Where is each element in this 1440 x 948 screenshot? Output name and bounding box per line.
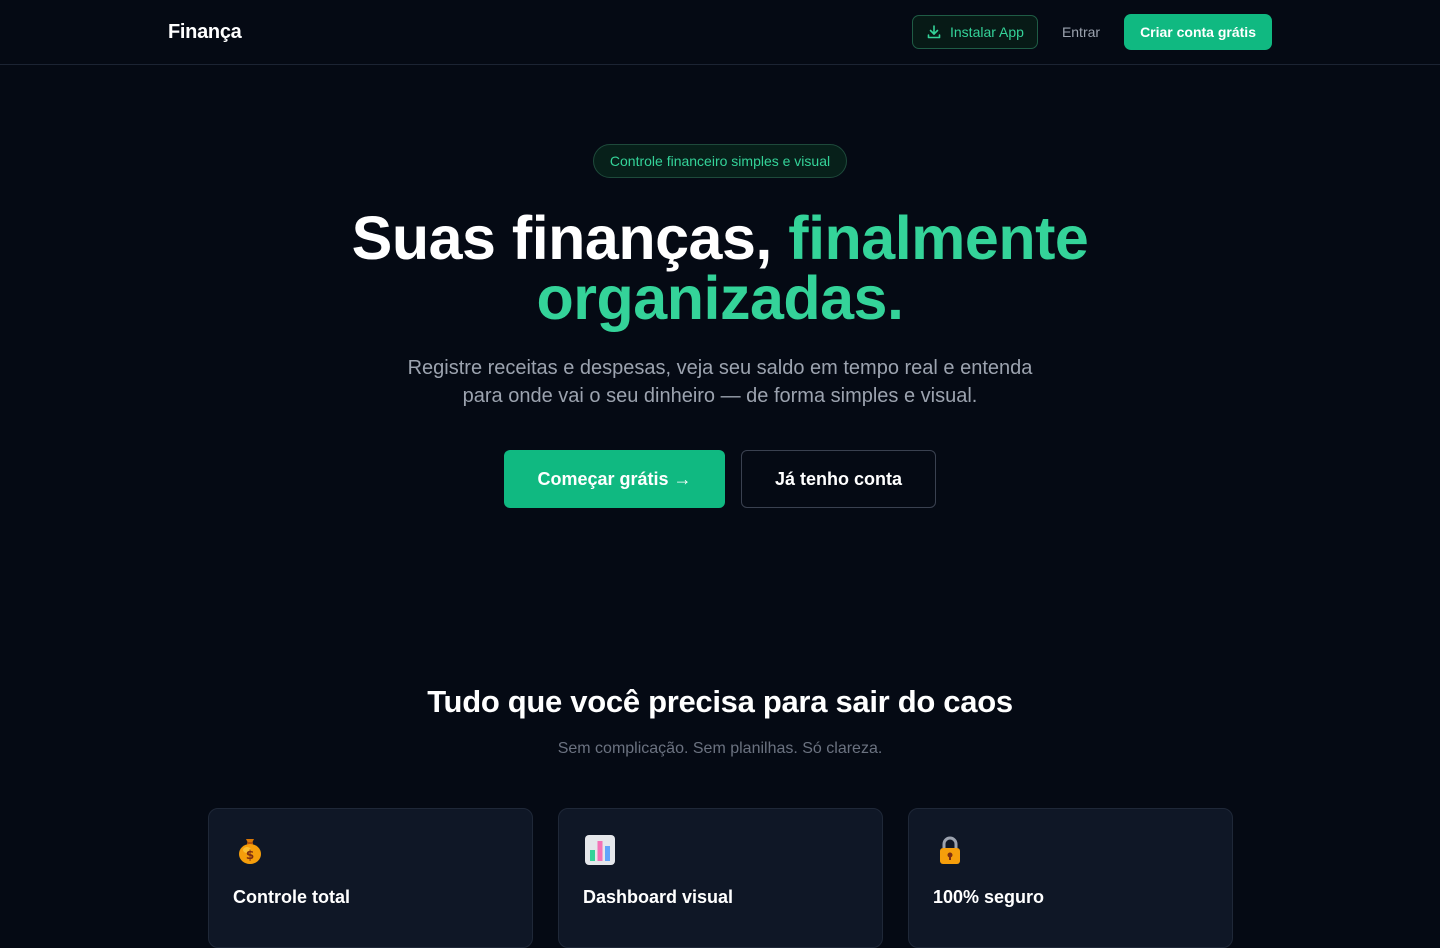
top-navbar: Finança Instalar App Entrar Criar conta …: [0, 0, 1440, 65]
cta-row: Começar grátis → Já tenho conta: [504, 450, 936, 508]
headline-accent-line1: finalmente: [788, 204, 1089, 272]
hero-subtitle-line1: Registre receitas e despesas, veja seu s…: [407, 357, 1033, 379]
start-free-button[interactable]: Começar grátis →: [504, 450, 725, 508]
brand-logo[interactable]: Finança: [168, 21, 242, 44]
hero-subtitle: Registre receitas e despesas, veja seu s…: [380, 354, 1060, 410]
feature-card-dashboard: Dashboard visual: [558, 808, 883, 948]
install-app-button[interactable]: Instalar App: [912, 15, 1038, 49]
download-icon: [927, 25, 941, 39]
install-app-label: Instalar App: [950, 24, 1024, 40]
features-cards: $ Controle total Dashboard visual 100% s…: [208, 808, 1233, 948]
money-bag-icon: $: [239, 839, 261, 864]
feature-card-title: Dashboard visual: [583, 887, 734, 907]
hero-headline: Suas finanças, finalmente organizadas.: [352, 208, 1089, 329]
headline-accent-line2: organizadas.: [536, 264, 904, 332]
headline-text: Suas finanças,: [351, 204, 789, 272]
bar-chart-icon: [585, 835, 615, 865]
feature-card-title: 100% seguro: [933, 887, 1045, 907]
lock-icon: [940, 836, 960, 864]
have-account-button[interactable]: Já tenho conta: [741, 450, 936, 508]
feature-card-title: Controle total: [233, 887, 350, 907]
features-title: Tudo que você precisa para sair do caos: [427, 684, 1013, 719]
features-subtitle: Sem complicação. Sem planilhas. Só clare…: [557, 740, 883, 757]
feature-card-control: $ Controle total: [208, 808, 533, 948]
hero-badge: Controle financeiro simples e visual: [592, 144, 848, 178]
nav-actions: Instalar App Entrar Criar conta grátis: [912, 14, 1272, 50]
hero-subtitle-line2: para onde vai o seu dinheiro — de forma …: [462, 385, 978, 407]
hero-section: Controle financeiro simples e visual Sua…: [0, 65, 1440, 758]
svg-text:$: $: [246, 848, 254, 862]
feature-card-security: 100% seguro: [908, 808, 1233, 948]
login-link[interactable]: Entrar: [1062, 24, 1100, 40]
signup-button[interactable]: Criar conta grátis: [1124, 14, 1272, 50]
